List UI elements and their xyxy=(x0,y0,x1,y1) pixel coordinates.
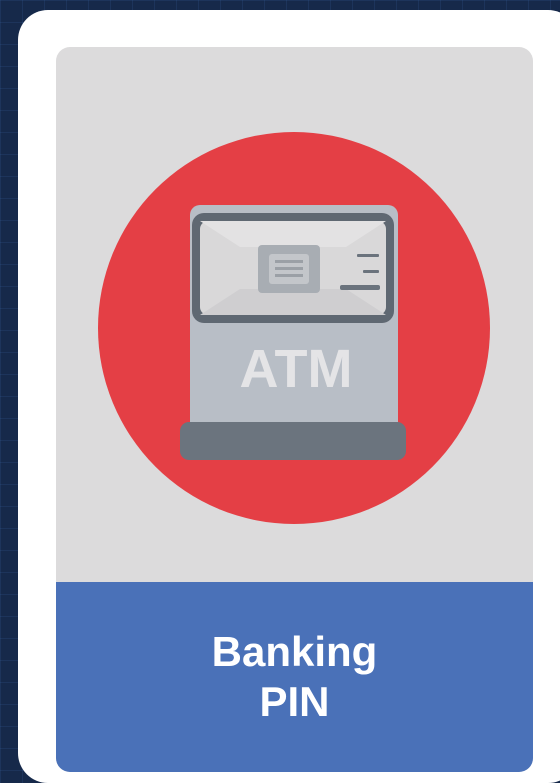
card-label-line2: PIN xyxy=(259,678,330,725)
atm-illustration: ATM xyxy=(56,47,533,582)
atm-cash-slot xyxy=(340,285,380,290)
atm-label: ATM xyxy=(240,339,353,399)
card-panel: ATM Banking PIN xyxy=(56,47,533,772)
atm-side-line xyxy=(357,254,379,257)
card-label-line1: Banking xyxy=(211,628,378,675)
card-label-band: Banking PIN xyxy=(56,582,533,772)
atm-icon: ATM xyxy=(98,132,490,524)
banking-pin-card[interactable]: ATM Banking PIN xyxy=(18,10,560,783)
atm-base xyxy=(180,422,406,460)
